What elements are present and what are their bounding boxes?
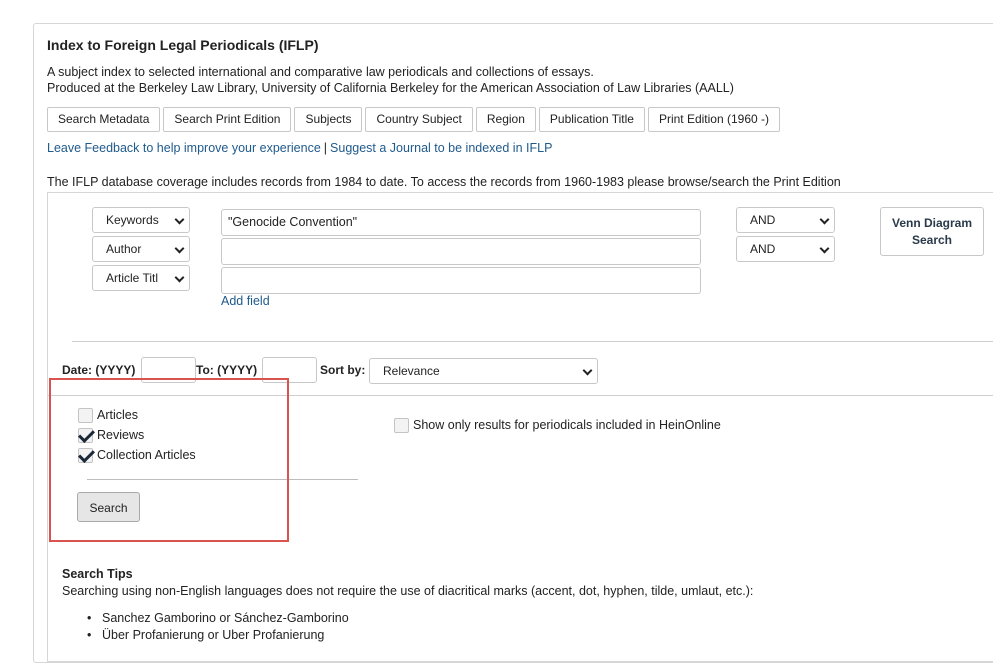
description-line-1: A subject index to selected internationa… (47, 65, 594, 79)
date-from-label: Date: (YYYY) (62, 363, 136, 377)
heinonline-label: Show only results for periodicals includ… (413, 418, 721, 432)
tab-search-print-edition[interactable]: Search Print Edition (163, 107, 292, 132)
link-separator: | (323, 141, 328, 155)
tab-subjects[interactable]: Subjects (294, 107, 363, 132)
chevron-down-icon (819, 214, 830, 225)
operator-select-2-value: AND (750, 242, 776, 256)
search-input-2[interactable] (221, 238, 701, 265)
chevron-down-icon (174, 272, 185, 283)
tab-region[interactable]: Region (475, 107, 536, 132)
venn-button-line-2: Search (911, 233, 953, 247)
date-to-input[interactable] (262, 357, 317, 383)
sort-by-label: Sort by: (320, 363, 366, 377)
reviews-label: Reviews (97, 428, 145, 442)
operator-select-1[interactable]: AND (736, 207, 835, 233)
add-field-link[interactable]: Add field (221, 294, 270, 308)
chevron-down-icon (174, 243, 185, 254)
collection-articles-checkbox[interactable] (78, 448, 93, 463)
search-input-1[interactable]: "Genocide Convention" (221, 209, 701, 236)
tab-print-edition-1960[interactable]: Print Edition (1960 -) (647, 107, 781, 132)
venn-button-line-1: Venn Diagram (891, 216, 973, 230)
sort-by-value: Relevance (383, 364, 440, 378)
date-from-input[interactable] (141, 357, 196, 383)
chevron-down-icon (582, 365, 593, 376)
operator-select-2[interactable]: AND (736, 236, 835, 262)
suggest-journal-link[interactable]: Suggest a Journal to be indexed in IFLP (330, 141, 552, 155)
list-item: Sanchez Gamborino or Sánchez-Gamborino (87, 610, 349, 627)
articles-checkbox[interactable] (78, 408, 93, 423)
field-select-3[interactable]: Article Titl (92, 265, 190, 291)
search-input-1-value: "Genocide Convention" (228, 215, 358, 229)
divider (72, 341, 993, 342)
feedback-links: Leave Feedback to help improve your expe… (47, 141, 552, 155)
articles-label: Articles (97, 408, 138, 422)
divider (48, 395, 993, 396)
search-tabs: Search Metadata Search Print Edition Sub… (47, 107, 781, 132)
search-tips-list: Sanchez Gamborino or Sánchez-Gamborino Ü… (62, 610, 349, 644)
field-select-2-value: Author (106, 242, 142, 256)
field-select-1[interactable]: Keywords (92, 207, 190, 233)
search-input-3[interactable] (221, 267, 701, 294)
search-tips-text: Searching using non-English languages do… (62, 584, 754, 598)
search-button[interactable]: Search (77, 492, 140, 522)
tab-publication-title[interactable]: Publication Title (538, 107, 645, 132)
field-select-2[interactable]: Author (92, 236, 190, 262)
sort-by-select[interactable]: Relevance (369, 358, 598, 384)
tab-search-metadata[interactable]: Search Metadata (47, 107, 161, 132)
chevron-down-icon (819, 243, 830, 254)
venn-diagram-search-button[interactable]: Venn Diagram Search (880, 207, 984, 256)
page-title: Index to Foreign Legal Periodicals (IFLP… (47, 37, 319, 53)
reviews-checkbox[interactable] (78, 428, 93, 443)
operator-select-1-value: AND (750, 213, 776, 227)
chevron-down-icon (174, 214, 185, 225)
list-item: Über Profanierung or Uber Profanierung (87, 627, 349, 644)
tab-country-subject[interactable]: Country Subject (365, 107, 473, 132)
search-tips-title: Search Tips (62, 567, 133, 581)
leave-feedback-link[interactable]: Leave Feedback to help improve your expe… (47, 141, 321, 155)
collection-articles-label: Collection Articles (97, 448, 196, 462)
date-to-label: To: (YYYY) (196, 363, 258, 377)
heinonline-checkbox[interactable] (394, 418, 409, 433)
field-select-3-value: Article Titl (106, 271, 159, 285)
divider (87, 479, 358, 480)
description-line-2: Produced at the Berkeley Law Library, Un… (47, 81, 734, 95)
field-select-1-value: Keywords (106, 213, 159, 227)
coverage-note: The IFLP database coverage includes reco… (47, 175, 841, 189)
